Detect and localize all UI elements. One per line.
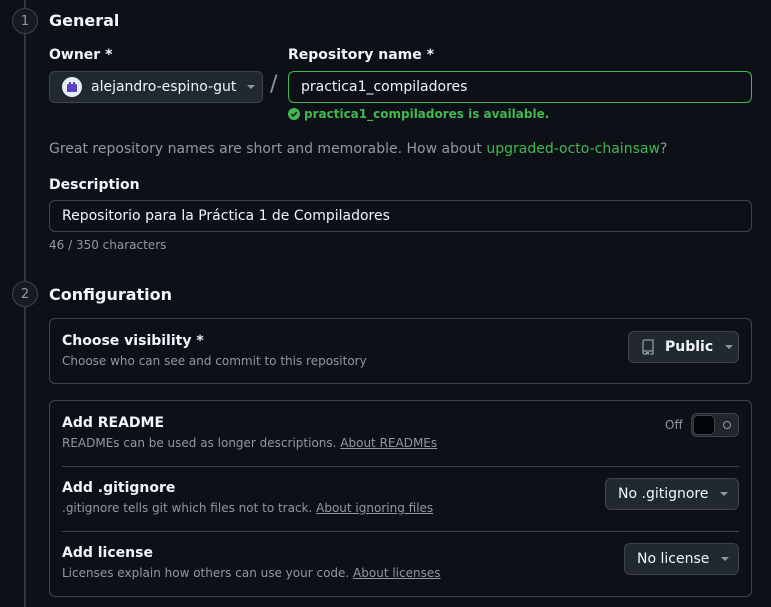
gitignore-desc: .gitignore tells git which files not to … [62,501,433,515]
license-desc: Licenses explain how others can use your… [62,566,440,580]
suggestion-link[interactable]: upgraded-octo-chainsaw [486,141,660,157]
repo-name-label: Repository name * [288,47,434,63]
owner-avatar [62,77,82,97]
visibility-title: Choose visibility * [62,333,204,349]
section-title-general: General [49,11,120,30]
check-circle-icon [288,108,300,120]
repo-name-value: practica1_compiladores [301,79,468,95]
description-label: Description [49,177,140,193]
divider [62,466,739,467]
availability-text: practica1_compiladores is available. [304,107,550,121]
chevron-down-icon [721,557,730,561]
suggestion-suffix: ? [659,141,668,157]
step-number-2: 2 [12,281,38,307]
license-title: Add license [62,545,153,561]
license-value: No license [637,551,710,567]
visibility-desc: Choose who can see and commit to this re… [62,354,367,368]
license-desc-text: Licenses explain how others can use your… [62,566,354,580]
readme-toggle-label: Off [665,418,683,432]
owner-repo-separator: / [270,72,278,97]
chevron-down-icon [247,85,256,89]
section-title-configuration: Configuration [49,285,173,304]
name-suggestion: Great repository names are short and mem… [49,141,667,157]
visibility-select-button[interactable]: Public [628,331,739,363]
readme-desc-text: READMEs can be used as longer descriptio… [62,436,341,450]
license-select-button[interactable]: No license [624,543,739,575]
suggestion-prefix: Great repository names are short and mem… [49,141,487,157]
toggle-knob [693,415,715,435]
readme-title: Add README [62,415,165,431]
visibility-value: Public [665,339,714,355]
chevron-down-icon [725,345,734,349]
divider [62,531,739,532]
about-licenses-link[interactable]: About licenses [353,566,440,580]
repo-icon [642,339,654,355]
gitignore-select-button[interactable]: No .gitignore [605,478,739,510]
avatar-icon [67,82,77,92]
visibility-box: Choose visibility * Choose who can see a… [49,318,752,384]
owner-select-button[interactable]: alejandro-espino-gut [49,71,263,103]
gitignore-desc-text: .gitignore tells git which files not to … [62,501,317,515]
description-value: Repositorio para la Práctica 1 de Compil… [62,208,390,224]
toggle-off-icon [723,421,731,429]
repo-name-input[interactable]: practica1_compiladores [288,71,752,103]
gitignore-title: Add .gitignore [62,480,176,496]
about-ignoring-files-link[interactable]: About ignoring files [316,501,433,515]
chevron-down-icon [720,492,729,496]
repo-options-box: Add README READMEs can be used as longer… [49,400,752,597]
description-char-count: 46 / 350 characters [49,238,167,252]
owner-value: alejandro-espino-gut [91,79,237,95]
gitignore-value: No .gitignore [618,486,709,502]
step-number-1: 1 [12,8,38,34]
description-input[interactable]: Repositorio para la Práctica 1 de Compil… [49,200,752,232]
readme-toggle[interactable] [691,413,739,437]
availability-message: practica1_compiladores is available. [288,107,549,121]
about-readmes-link[interactable]: About READMEs [340,436,437,450]
owner-label: Owner * [49,47,113,63]
readme-desc: READMEs can be used as longer descriptio… [62,436,437,450]
